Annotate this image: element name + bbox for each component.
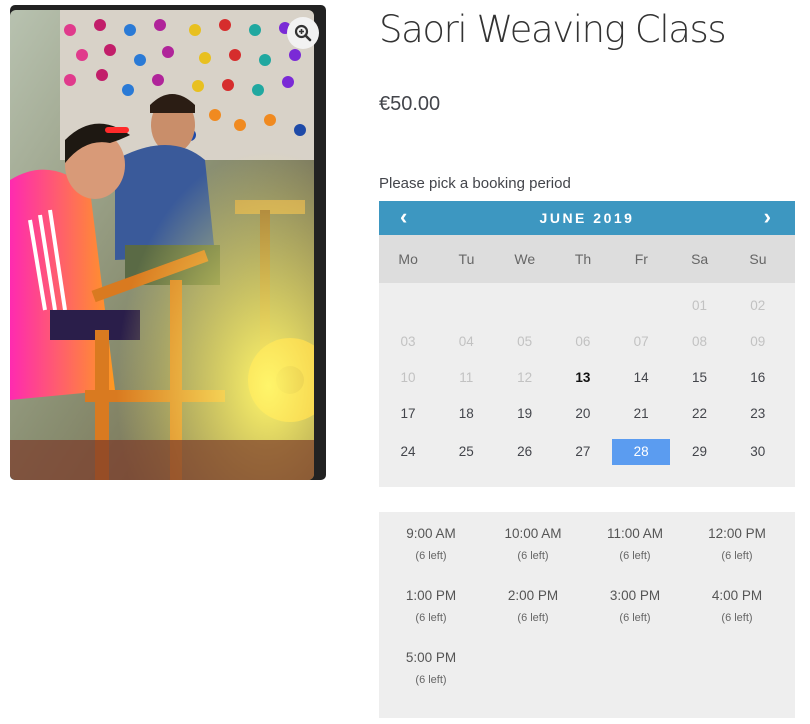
calendar-month-label: JUNE 2019 bbox=[539, 210, 635, 226]
time-slot-availability: (6 left) bbox=[415, 612, 447, 624]
calendar-day: 07 bbox=[633, 334, 649, 349]
calendar-day[interactable]: 19 bbox=[496, 401, 554, 427]
booking-period-label: Please pick a booking period bbox=[379, 175, 571, 192]
weekday-label: Sa bbox=[691, 251, 709, 267]
time-slot-button[interactable]: 5:00 PM (6 left) bbox=[379, 650, 483, 686]
weekday-label: Su bbox=[749, 251, 767, 267]
zoom-button[interactable] bbox=[287, 17, 319, 49]
time-slot-availability: (6 left) bbox=[721, 550, 753, 562]
product-title: Saori Weaving Class bbox=[379, 8, 727, 51]
time-slot-availability: (6 left) bbox=[619, 612, 651, 624]
product-gallery bbox=[10, 5, 326, 480]
weekday-label: Tu bbox=[458, 251, 475, 267]
calendar-day-selected[interactable]: 28 bbox=[612, 439, 671, 465]
calendar-day: 12 bbox=[517, 370, 533, 385]
weekday-label: We bbox=[514, 251, 536, 267]
time-slot-time: 10:00 AM bbox=[504, 526, 562, 541]
weekday-label: Th bbox=[574, 251, 592, 267]
calendar-day[interactable]: 24 bbox=[379, 439, 437, 465]
calendar-day[interactable]: 25 bbox=[437, 439, 495, 465]
time-slot-availability: (6 left) bbox=[517, 612, 549, 624]
time-slot-button[interactable]: 2:00 PM (6 left) bbox=[481, 588, 585, 624]
calendar-day[interactable]: 27 bbox=[554, 439, 612, 465]
time-slot-button[interactable]: 4:00 PM (6 left) bbox=[685, 588, 789, 624]
calendar-day[interactable]: 13 bbox=[554, 365, 612, 391]
time-slot-time: 9:00 AM bbox=[406, 526, 456, 541]
calendar-day: 02 bbox=[750, 298, 766, 313]
time-slot-time: 3:00 PM bbox=[609, 588, 661, 603]
calendar-day[interactable]: 20 bbox=[554, 401, 612, 427]
time-slot-button[interactable]: 9:00 AM (6 left) bbox=[379, 526, 483, 562]
calendar-day[interactable]: 30 bbox=[729, 439, 787, 465]
product-image[interactable] bbox=[10, 10, 314, 480]
calendar-day: 04 bbox=[458, 334, 474, 349]
calendar-day[interactable]: 29 bbox=[671, 439, 729, 465]
product-price: €50.00 bbox=[379, 93, 441, 115]
calendar-day: 09 bbox=[750, 334, 766, 349]
time-slot-availability: (6 left) bbox=[415, 550, 447, 562]
time-slot-availability: (6 left) bbox=[721, 612, 753, 624]
time-slot-time: 5:00 PM bbox=[405, 650, 457, 665]
time-slot-button[interactable]: 1:00 PM (6 left) bbox=[379, 588, 483, 624]
calendar-day[interactable]: 22 bbox=[671, 401, 729, 427]
time-slot-button[interactable]: 11:00 AM (6 left) bbox=[583, 526, 687, 562]
time-slot-button[interactable]: 3:00 PM (6 left) bbox=[583, 588, 687, 624]
time-slot-time: 1:00 PM bbox=[405, 588, 457, 603]
calendar-day: 10 bbox=[400, 370, 416, 385]
calendar-day: 05 bbox=[517, 334, 533, 349]
calendar-day: 06 bbox=[575, 334, 591, 349]
next-month-button[interactable]: › bbox=[764, 205, 771, 229]
calendar-day: 01 bbox=[691, 298, 708, 313]
calendar-day[interactable]: 17 bbox=[379, 401, 437, 427]
calendar-day[interactable]: 16 bbox=[729, 365, 787, 391]
weekday-label: Mo bbox=[398, 251, 418, 267]
time-slot-time: 12:00 PM bbox=[708, 526, 766, 541]
time-slot-button[interactable]: 10:00 AM (6 left) bbox=[481, 526, 585, 562]
time-slot-list: 9:00 AM (6 left) 10:00 AM (6 left) 11:00 AM (… bbox=[379, 512, 795, 718]
zoom-in-icon bbox=[294, 24, 312, 42]
time-slot-time: 4:00 PM bbox=[711, 588, 763, 603]
weekday-label: Fr bbox=[634, 251, 648, 267]
time-slot-availability: (6 left) bbox=[517, 550, 549, 562]
time-slot-time: 2:00 PM bbox=[507, 588, 559, 603]
calendar-day[interactable]: 21 bbox=[612, 401, 670, 427]
time-slot-availability: (6 left) bbox=[415, 674, 447, 686]
booking-calendar: ‹ JUNE 2019 › Mo Tu We Th Fr Sa Su 01 02 0… bbox=[379, 201, 795, 487]
calendar-day: 03 bbox=[400, 334, 416, 349]
time-slot-time: 11:00 AM bbox=[606, 526, 664, 541]
calendar-day: 08 bbox=[691, 334, 708, 349]
calendar-day[interactable]: 18 bbox=[437, 401, 495, 427]
calendar-day[interactable]: 26 bbox=[496, 439, 554, 465]
calendar-day[interactable]: 23 bbox=[729, 401, 787, 427]
time-slot-button[interactable]: 12:00 PM (6 left) bbox=[685, 526, 789, 562]
calendar-day[interactable]: 14 bbox=[612, 365, 670, 391]
time-slot-availability: (6 left) bbox=[619, 550, 651, 562]
calendar-day[interactable]: 15 bbox=[671, 365, 729, 391]
calendar-day: 11 bbox=[459, 370, 474, 385]
calendar-header: ‹ JUNE 2019 › bbox=[379, 201, 795, 235]
weekday-header: Mo Tu We Th Fr Sa Su bbox=[379, 235, 795, 283]
